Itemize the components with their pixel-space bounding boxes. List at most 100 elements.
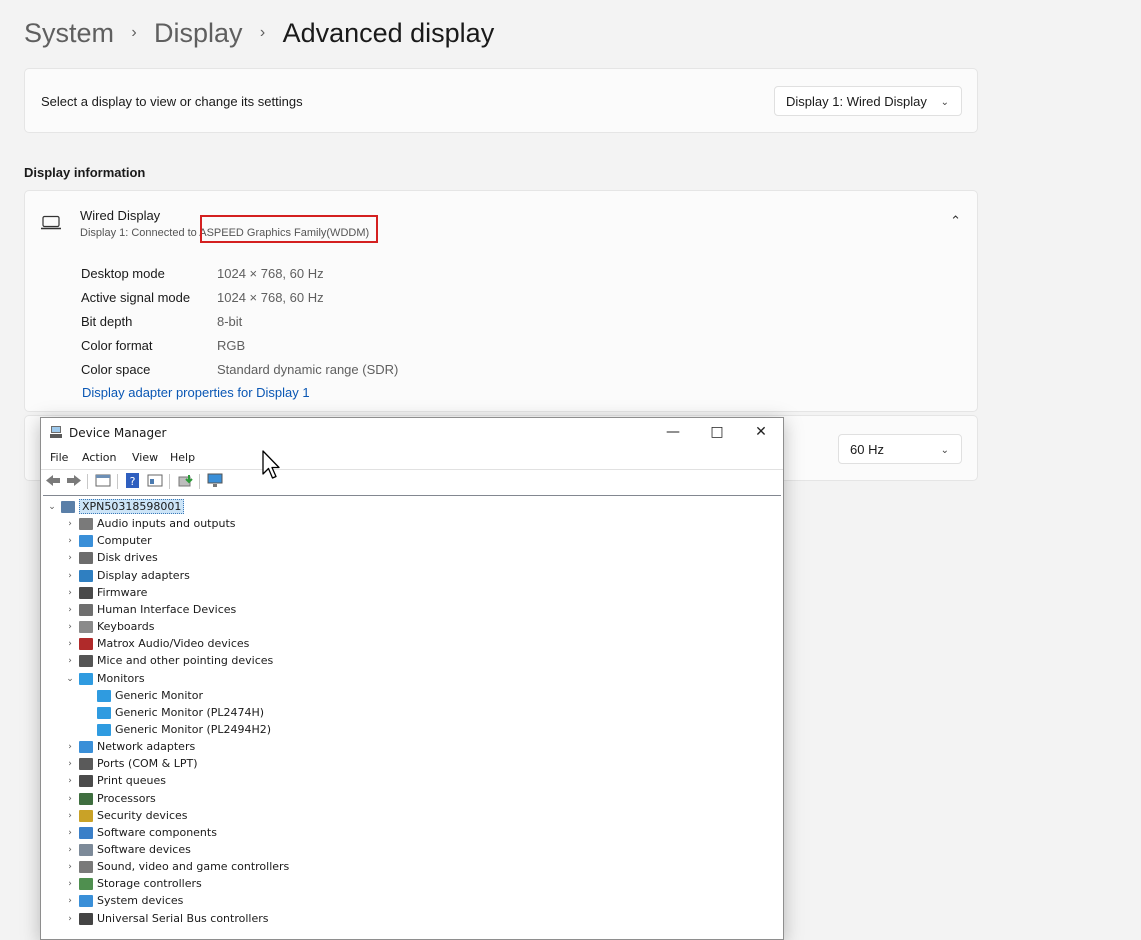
chevron-right-icon[interactable]: ›	[63, 656, 77, 666]
info-value: 1024 × 768, 60 Hz	[217, 266, 324, 281]
chevron-right-icon[interactable]: ›	[63, 776, 77, 786]
chevron-right-icon[interactable]: ›	[63, 845, 77, 855]
tree-node-label: Firmware	[97, 586, 148, 599]
tree-node[interactable]: › Ports (COM & LPT)	[63, 755, 197, 772]
scan-hardware-icon[interactable]	[207, 473, 223, 488]
tree-node[interactable]: › Human Interface Devices	[63, 601, 236, 618]
chevron-right-icon[interactable]: ›	[63, 571, 77, 581]
chevron-right-icon[interactable]: ›	[63, 622, 77, 632]
chevron-right-icon[interactable]: ›	[63, 879, 77, 889]
tree-node[interactable]: › Mice and other pointing devices	[63, 652, 273, 669]
properties-icon[interactable]	[95, 473, 111, 488]
monitor-icon	[97, 723, 111, 736]
tree-node[interactable]: Generic Monitor (PL2474H)	[81, 704, 264, 721]
tree-node[interactable]: › Security devices	[63, 807, 187, 824]
processor-icon	[79, 792, 93, 805]
chevron-right-icon[interactable]: ›	[63, 639, 77, 649]
device-manager-window[interactable]: Device Manager — □ ✕ File Action View He…	[40, 417, 784, 940]
tree-node[interactable]: › Disk drives	[63, 549, 158, 566]
chevron-right-icon[interactable]: ›	[63, 794, 77, 804]
display-adapter-properties-link[interactable]: Display adapter properties for Display 1	[82, 385, 310, 400]
page-title: Advanced display	[282, 17, 495, 48]
tree-node[interactable]: › Universal Serial Bus controllers	[63, 910, 268, 927]
tree-node[interactable]: › Audio inputs and outputs	[63, 515, 235, 532]
chevron-up-icon[interactable]: ⌃	[950, 213, 961, 229]
display-select-dropdown[interactable]: Display 1: Wired Display ⌄	[774, 86, 962, 116]
breadcrumb-system[interactable]: System	[24, 18, 114, 49]
tree-node[interactable]: › Computer	[63, 532, 152, 549]
tree-node[interactable]: › Print queues	[63, 772, 166, 789]
menu-action[interactable]: Action	[82, 451, 116, 464]
tree-node[interactable]: › System devices	[63, 892, 183, 909]
tree-node-label: Generic Monitor (PL2474H)	[115, 706, 265, 719]
chevron-right-icon[interactable]: ›	[63, 553, 77, 563]
display-select-value: Display 1: Wired Display	[786, 93, 927, 109]
svg-text:?: ?	[130, 475, 136, 488]
tree-node-label: Mice and other pointing devices	[97, 654, 274, 667]
device-tree[interactable]: ⌄ XPN50318598001 › Audio inputs and outputs…	[43, 495, 781, 937]
monitor-icon	[97, 689, 111, 702]
tree-node-label: System devices	[97, 894, 184, 907]
mouse-cursor-icon	[262, 450, 280, 479]
chevron-right-icon[interactable]: ›	[63, 862, 77, 872]
window-titlebar[interactable]: Device Manager — □ ✕	[41, 418, 783, 447]
sound-icon	[79, 860, 93, 873]
software-components-icon	[79, 826, 93, 839]
chevron-right-icon[interactable]: ›	[63, 828, 77, 838]
tree-node[interactable]: ⌄ Monitors	[63, 670, 145, 687]
chevron-right-icon[interactable]: ›	[63, 588, 77, 598]
tree-node-label: Keyboards	[97, 620, 155, 633]
menu-view[interactable]: View	[132, 451, 158, 464]
window-title: Device Manager	[69, 426, 167, 440]
chevron-right-icon[interactable]: ›	[63, 759, 77, 769]
tree-node[interactable]: › Storage controllers	[63, 875, 202, 892]
tree-node-label: Disk drives	[97, 551, 158, 564]
breadcrumb-display[interactable]: Display	[154, 18, 243, 49]
chevron-right-icon[interactable]: ›	[63, 742, 77, 752]
chevron-right-icon[interactable]: ›	[63, 811, 77, 821]
forward-arrow-icon[interactable]	[66, 473, 82, 488]
tree-node[interactable]: Generic Monitor (PL2494H2)	[81, 721, 271, 738]
toolbar-separator	[199, 474, 200, 489]
tree-node[interactable]: › Processors	[63, 790, 156, 807]
tree-node-label: Generic Monitor (PL2494H2)	[115, 723, 272, 736]
tree-node[interactable]: › Software devices	[63, 841, 191, 858]
tree-node[interactable]: › Keyboards	[63, 618, 154, 635]
tree-node[interactable]: › Software components	[63, 824, 217, 841]
close-button[interactable]: ✕	[739, 418, 783, 447]
tree-node[interactable]: › Sound, video and game controllers	[63, 858, 289, 875]
tree-node-label: Print queues	[97, 774, 166, 787]
minimize-button[interactable]: —	[651, 418, 695, 447]
chevron-right-icon[interactable]: ›	[63, 914, 77, 924]
storage-icon	[79, 877, 93, 890]
chevron-down-icon[interactable]: ⌄	[63, 674, 77, 684]
tree-node[interactable]: › Firmware	[63, 584, 147, 601]
tree-node-label: Monitors	[97, 672, 145, 685]
firmware-icon	[79, 586, 93, 599]
tree-node[interactable]: › Network adapters	[63, 738, 195, 755]
chevron-right-icon[interactable]: ›	[63, 536, 77, 546]
info-value: 8-bit	[217, 314, 243, 329]
tree-node[interactable]: Generic Monitor	[81, 687, 203, 704]
security-icon	[79, 809, 93, 822]
chevron-right-icon[interactable]: ›	[63, 519, 77, 529]
view-icon[interactable]	[147, 473, 163, 488]
tree-node[interactable]: › Display adapters	[63, 567, 190, 584]
chevron-down-icon[interactable]: ⌄	[45, 502, 59, 512]
update-driver-icon[interactable]	[177, 473, 193, 488]
menu-file[interactable]: File	[50, 451, 68, 464]
info-key: Color space	[81, 362, 151, 377]
tree-root[interactable]: ⌄ XPN50318598001	[45, 498, 185, 515]
info-key: Color format	[81, 338, 153, 353]
maximize-button[interactable]: □	[695, 418, 739, 447]
chevron-right-icon[interactable]: ›	[63, 896, 77, 906]
back-arrow-icon[interactable]	[45, 473, 61, 488]
chevron-right-icon[interactable]: ›	[63, 605, 77, 615]
select-display-label: Select a display to view or change its s…	[41, 94, 303, 109]
menu-help[interactable]: Help	[170, 451, 195, 464]
tree-node[interactable]: › Matrox Audio/Video devices	[63, 635, 249, 652]
help-icon[interactable]: ?	[125, 473, 141, 488]
display-info-header[interactable]: Wired Display Display 1: Connected to AS…	[24, 190, 978, 256]
info-key: Active signal mode	[81, 290, 191, 305]
refresh-rate-dropdown[interactable]: 60 Hz ⌄	[838, 434, 962, 464]
